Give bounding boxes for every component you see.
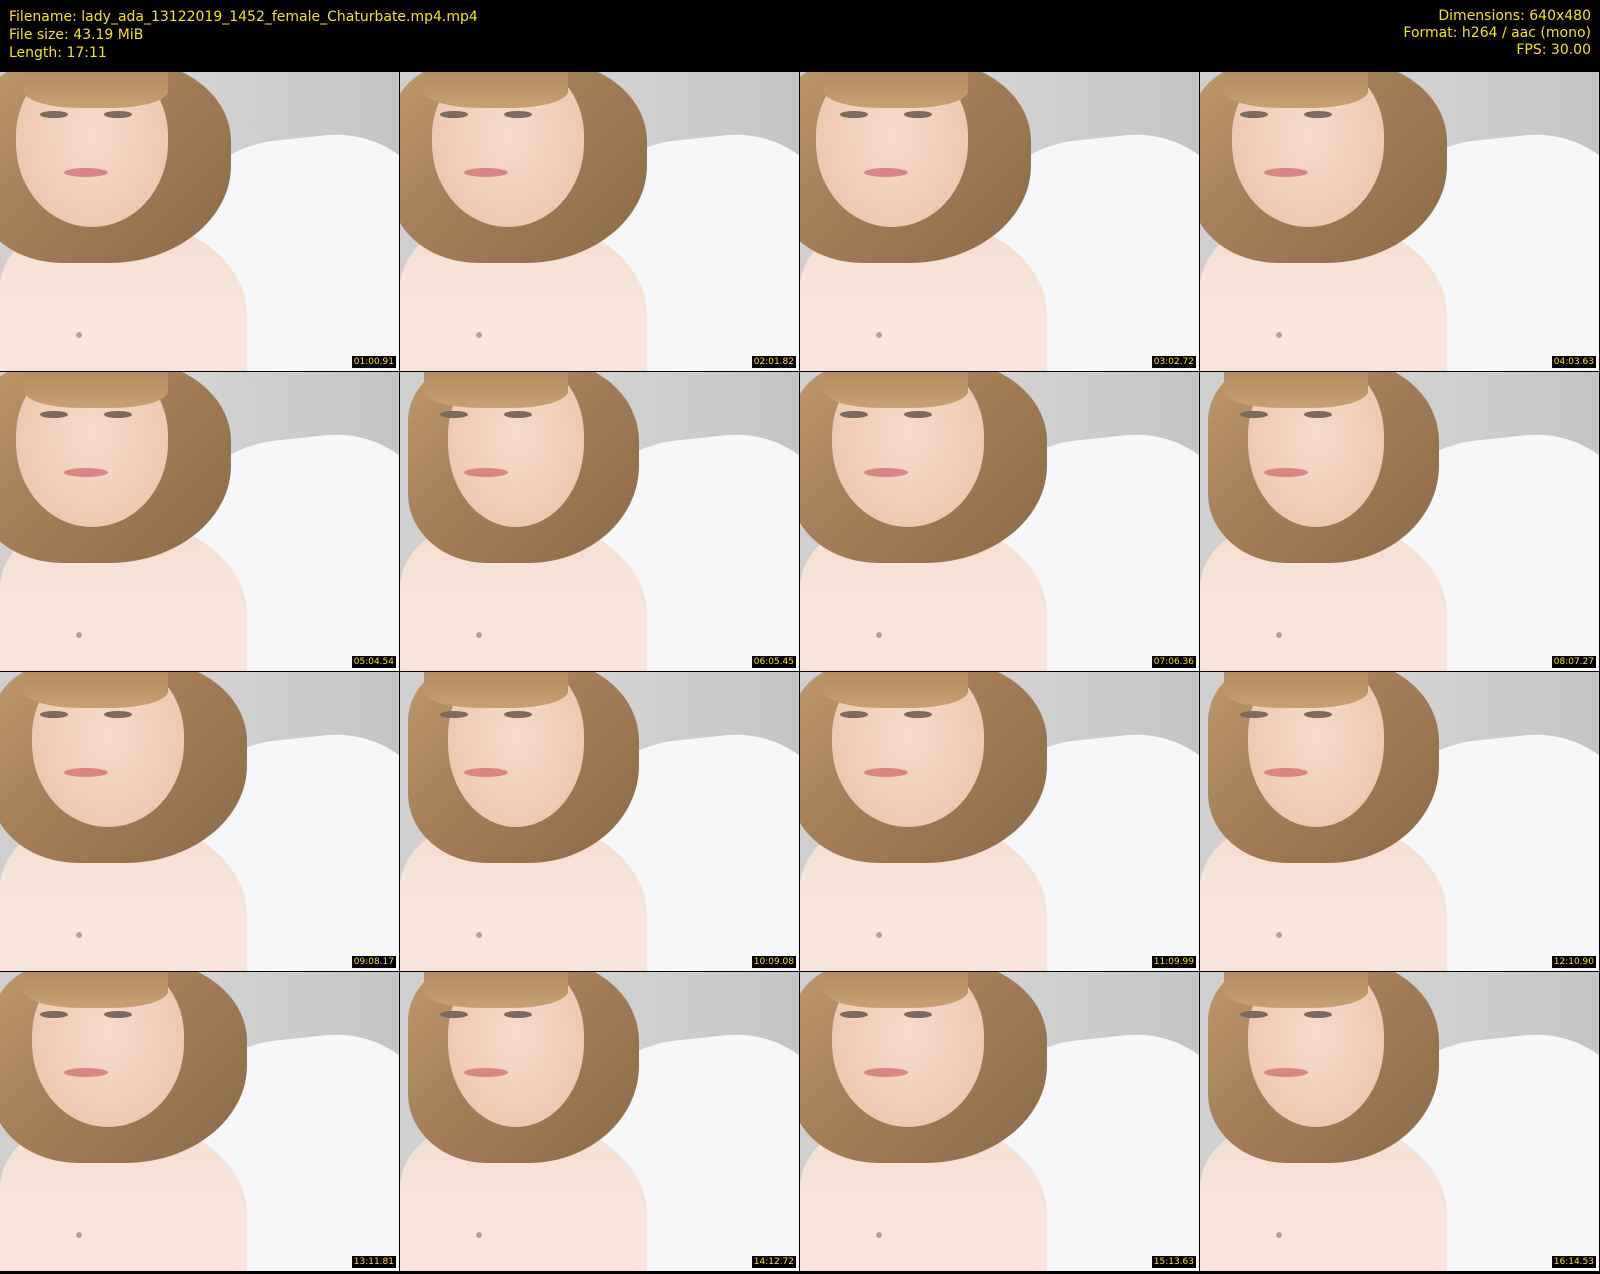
timestamp-label: 16:14.53 xyxy=(1551,1256,1596,1268)
timestamp-label: 07:06.36 xyxy=(1151,656,1196,668)
thumbnail-frame[interactable]: 15:13.63 xyxy=(800,972,1199,1271)
thumbnail-frame[interactable]: 10:09.08 xyxy=(400,672,799,971)
thumbnail-frame[interactable]: 16:14.53 xyxy=(1200,972,1599,1271)
thumbnail-frame[interactable]: 12:10.90 xyxy=(1200,672,1599,971)
timestamp-label: 13:11.81 xyxy=(351,1256,396,1268)
thumbnail-frame[interactable]: 09:08.17 xyxy=(0,672,399,971)
timestamp-label: 02:01.82 xyxy=(751,356,796,368)
timestamp-label: 04:03.63 xyxy=(1551,356,1596,368)
thumbnail-frame[interactable]: 11:09.99 xyxy=(800,672,1199,971)
info-header: Filename: lady_ada_13122019_1452_female_… xyxy=(0,0,1600,72)
timestamp-label: 01:00.91 xyxy=(351,356,396,368)
timestamp-label: 14:12.72 xyxy=(751,1256,796,1268)
thumbnail-grid: 01:00.91 02:01.82 03:02.72 04:03.63 05:0… xyxy=(0,72,1600,1274)
timestamp-label: 08:07.27 xyxy=(1551,656,1596,668)
filename-text: Filename: lady_ada_13122019_1452_female_… xyxy=(9,9,478,25)
video-info: Dimensions: 640x480 Format: h264 / aac (… xyxy=(1403,8,1591,59)
format-text: Format: h264 / aac (mono) xyxy=(1403,25,1591,41)
thumbnail-frame[interactable]: 06:05.45 xyxy=(400,372,799,671)
file-info: Filename: lady_ada_13122019_1452_female_… xyxy=(9,8,478,62)
timestamp-label: 06:05.45 xyxy=(751,656,796,668)
fps-text: FPS: 30.00 xyxy=(1516,42,1591,58)
filesize-text: File size: 43.19 MiB xyxy=(9,27,144,43)
timestamp-label: 11:09.99 xyxy=(1151,956,1196,968)
thumbnail-frame[interactable]: 07:06.36 xyxy=(800,372,1199,671)
timestamp-label: 10:09.08 xyxy=(751,956,796,968)
thumbnail-frame[interactable]: 02:01.82 xyxy=(400,72,799,371)
timestamp-label: 05:04.54 xyxy=(351,656,396,668)
timestamp-label: 09:08.17 xyxy=(351,956,396,968)
thumbnail-frame[interactable]: 04:03.63 xyxy=(1200,72,1599,371)
length-text: Length: 17:11 xyxy=(9,45,107,61)
thumbnail-frame[interactable]: 13:11.81 xyxy=(0,972,399,1271)
timestamp-label: 15:13.63 xyxy=(1151,1256,1196,1268)
thumbnail-frame[interactable]: 01:00.91 xyxy=(0,72,399,371)
thumbnail-frame[interactable]: 14:12.72 xyxy=(400,972,799,1271)
dimensions-text: Dimensions: 640x480 xyxy=(1438,8,1591,24)
thumbnail-frame[interactable]: 05:04.54 xyxy=(0,372,399,671)
thumbnail-frame[interactable]: 08:07.27 xyxy=(1200,372,1599,671)
thumbnail-frame[interactable]: 03:02.72 xyxy=(800,72,1199,371)
timestamp-label: 03:02.72 xyxy=(1151,356,1196,368)
timestamp-label: 12:10.90 xyxy=(1551,956,1596,968)
